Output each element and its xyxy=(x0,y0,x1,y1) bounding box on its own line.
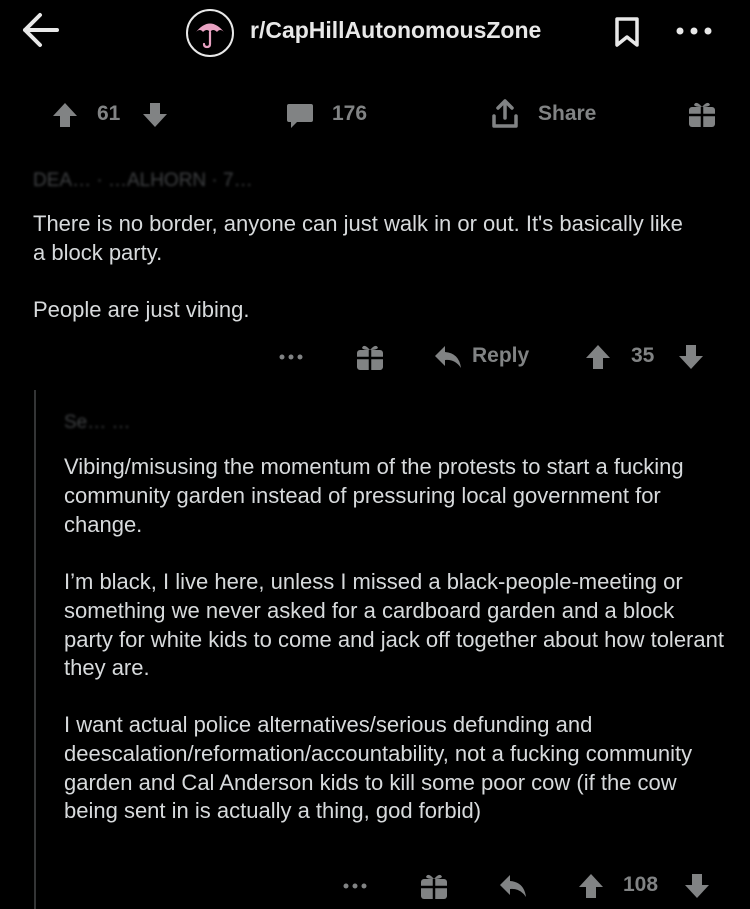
comment-author[interactable]: Se… … xyxy=(64,412,131,434)
gift-icon[interactable] xyxy=(354,341,386,373)
upvote-icon[interactable] xyxy=(50,100,80,130)
bookmark-icon[interactable] xyxy=(612,14,642,50)
comment-bubble-icon[interactable] xyxy=(284,100,316,132)
thread-indent-line[interactable] xyxy=(34,390,36,909)
more-options-icon[interactable] xyxy=(276,344,306,370)
comment-count[interactable]: 176 xyxy=(332,102,367,126)
reply-icon[interactable] xyxy=(498,871,528,901)
more-options-icon[interactable] xyxy=(340,873,370,899)
subreddit-name[interactable]: r/CapHillAutonomousZone xyxy=(250,17,541,44)
comment-body-paragraph: I want actual police alternatives/seriou… xyxy=(64,712,693,824)
back-arrow-icon[interactable] xyxy=(18,10,62,50)
reply-icon[interactable] xyxy=(433,342,463,372)
downvote-icon[interactable] xyxy=(140,100,170,130)
share-icon[interactable] xyxy=(490,98,520,130)
comment-body-paragraph: People are just vibing. xyxy=(33,297,250,322)
comment-body-paragraph: Vibing/misusing the momentum of the prot… xyxy=(64,454,684,537)
upvote-icon[interactable] xyxy=(576,871,606,901)
gift-icon[interactable] xyxy=(686,98,718,130)
comment-score: 108 xyxy=(623,873,659,896)
share-button[interactable]: Share xyxy=(538,102,596,126)
comment-body-paragraph: There is no border, anyone can just walk… xyxy=(33,211,683,265)
subreddit-avatar[interactable] xyxy=(186,9,234,57)
gift-icon[interactable] xyxy=(418,870,450,902)
reply-button[interactable]: Reply xyxy=(472,344,529,368)
comment-author[interactable]: DEA… · …ALHORN · 7… xyxy=(33,170,253,192)
comment-body-paragraph: I’m black, I live here, unless I missed … xyxy=(64,569,724,681)
downvote-icon[interactable] xyxy=(682,871,712,901)
umbrella-icon xyxy=(192,15,228,51)
more-options-icon[interactable] xyxy=(672,18,716,44)
post-score: 61 xyxy=(97,102,121,125)
downvote-icon[interactable] xyxy=(676,342,706,372)
upvote-icon[interactable] xyxy=(583,342,613,372)
comment-score: 35 xyxy=(631,344,655,367)
